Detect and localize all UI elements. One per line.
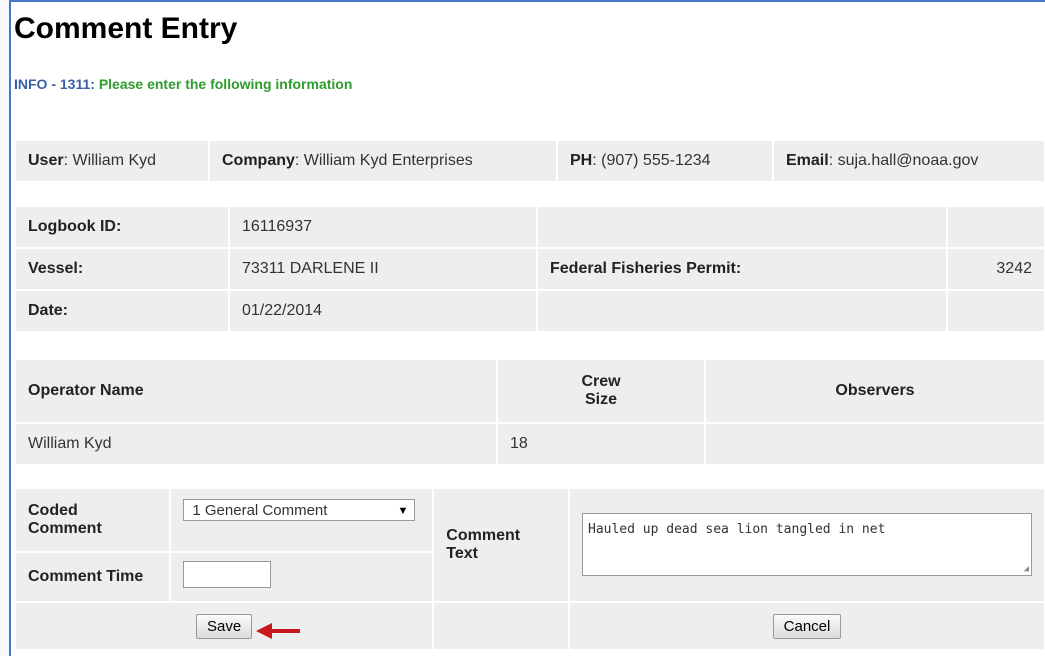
user-cell: User: William Kyd xyxy=(16,141,208,181)
coded-comment-label-cell: Coded Comment xyxy=(16,489,170,551)
permit-value: 3242 xyxy=(948,249,1044,289)
observers-header: Observers xyxy=(706,360,1044,422)
user-value: William Kyd xyxy=(72,152,157,169)
page-title: Comment Entry xyxy=(14,12,238,45)
comment-time-label-cell: Comment Time xyxy=(16,553,170,601)
save-button[interactable]: Save xyxy=(196,613,253,639)
comment-text-label: Comment Text xyxy=(446,527,521,562)
comment-text-label-cell: Comment Text xyxy=(434,489,568,601)
date-label-cell: Date: xyxy=(16,291,228,331)
logbook-id-value: 16116937 xyxy=(230,207,536,247)
comment-text-area[interactable]: Hauled up dead sea lion tangled in net ◢ xyxy=(582,513,1032,576)
logbook-table: Logbook ID: 16116937 Vessel: 73311 DARLE… xyxy=(14,205,1045,333)
info-message: INFO - 1311: Please enter the following … xyxy=(14,76,352,92)
operator-table: Operator Name Crew Size Observers Willia… xyxy=(14,358,1045,466)
vessel-label-cell: Vessel: xyxy=(16,249,228,289)
email-cell: Email: suja.hall@noaa.gov xyxy=(774,141,1044,181)
coded-comment-cell: 1 General Comment ▼ xyxy=(171,489,433,551)
logbook-empty-cell xyxy=(538,207,946,247)
company-value: William Kyd Enterprises xyxy=(303,152,473,169)
company-label: Company xyxy=(222,152,295,169)
crew-size-header: Crew Size xyxy=(498,360,704,422)
vessel-value: 73311 DARLENE II xyxy=(230,249,536,289)
phone-label: PH xyxy=(570,152,593,169)
email-value: suja.hall@noaa.gov xyxy=(837,152,979,169)
crew-size-header-label: Crew Size xyxy=(581,373,621,408)
resize-grip-icon[interactable]: ◢ xyxy=(1024,564,1029,574)
observers-header-label: Observers xyxy=(835,382,915,399)
cancel-button[interactable]: Cancel xyxy=(772,613,842,639)
company-cell: Company: William Kyd Enterprises xyxy=(210,141,556,181)
phone-cell: PH: (907) 555-1234 xyxy=(558,141,772,181)
comment-time-cell xyxy=(171,553,433,601)
phone-value: (907) 555-1234 xyxy=(601,152,711,169)
comment-time-input[interactable] xyxy=(183,561,272,588)
comment-time-label: Comment Time xyxy=(28,568,144,585)
crew-size-value: 18 xyxy=(498,424,704,464)
button-spacer-cell xyxy=(434,603,568,649)
date-value: 01/22/2014 xyxy=(230,291,536,331)
comment-text-cell: Hauled up dead sea lion tangled in net ◢ xyxy=(570,489,1044,601)
logbook-id-label-cell: Logbook ID: xyxy=(16,207,228,247)
coded-comment-label: Coded Comment xyxy=(28,502,102,537)
comment-table: Coded Comment 1 General Comment ▼ Commen… xyxy=(14,487,1045,651)
operator-name-header: Operator Name xyxy=(16,360,496,422)
logbook-id-label: Logbook ID: xyxy=(28,218,122,235)
logbook-empty-cell-2 xyxy=(948,207,1044,247)
vessel-label: Vessel: xyxy=(28,260,84,277)
date-empty-cell xyxy=(538,291,946,331)
save-cell: Save xyxy=(16,603,433,649)
coded-comment-selected: 1 General Comment xyxy=(192,502,328,519)
permit-label-cell: Federal Fisheries Permit: xyxy=(538,249,946,289)
operator-name-value: William Kyd xyxy=(16,424,496,464)
email-label: Email xyxy=(786,152,829,169)
cancel-cell: Cancel xyxy=(570,603,1044,649)
user-info-table: User: William Kyd Company: William Kyd E… xyxy=(14,139,1045,183)
date-empty-cell-2 xyxy=(948,291,1044,331)
chevron-down-icon: ▼ xyxy=(397,505,409,517)
top-frame-line xyxy=(9,0,1045,2)
info-text: Please enter the following information xyxy=(98,76,353,92)
observers-value xyxy=(706,424,1044,464)
info-code: INFO - 1311: xyxy=(14,76,95,92)
user-label: User xyxy=(28,152,64,169)
permit-label: Federal Fisheries Permit: xyxy=(550,260,742,277)
comment-text-value: Hauled up dead sea lion tangled in net xyxy=(588,522,886,537)
operator-name-header-label: Operator Name xyxy=(28,382,144,399)
date-label: Date: xyxy=(28,302,69,319)
left-frame-bar xyxy=(0,0,11,656)
coded-comment-select[interactable]: 1 General Comment ▼ xyxy=(183,499,416,521)
red-arrow-icon xyxy=(256,623,300,639)
